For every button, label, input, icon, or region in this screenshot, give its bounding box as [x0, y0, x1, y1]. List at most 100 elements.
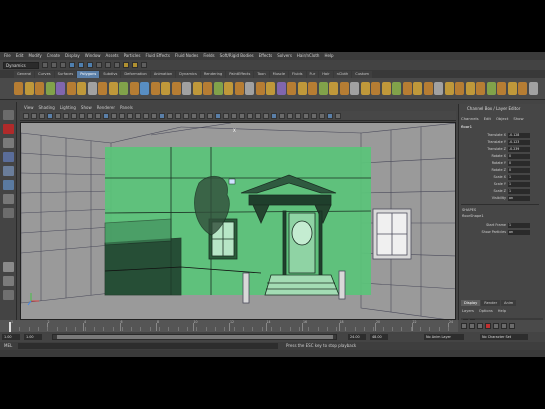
panel-tool-icon[interactable] — [271, 112, 277, 119]
panel-tool-icon[interactable] — [23, 112, 29, 119]
panel-tool-icon[interactable] — [39, 112, 45, 119]
playback-end-field[interactable]: 24.00 — [348, 334, 366, 340]
character-set-select[interactable]: No Character Set — [480, 334, 528, 340]
menu-hair-ncloth[interactable]: Hair/nCloth — [297, 54, 320, 58]
shelf-tool-icon[interactable] — [497, 82, 506, 95]
menu-effects[interactable]: Effects — [259, 54, 273, 58]
shelf-tool-icon[interactable] — [297, 82, 307, 95]
panel-tool-icon[interactable] — [239, 112, 245, 119]
panel-tool-icon[interactable] — [231, 112, 237, 119]
panel-tool-icon[interactable] — [215, 112, 221, 119]
channel-menu-channels[interactable]: Channels — [461, 116, 479, 121]
panel-menu-show[interactable]: Show — [81, 105, 92, 110]
range-bar[interactable] — [52, 334, 337, 340]
panel-tool-icon[interactable] — [263, 112, 269, 119]
lasso-tool-icon[interactable] — [3, 124, 14, 134]
channel-attribute-row[interactable]: Translate Y -0.123 — [461, 139, 543, 145]
attribute-value[interactable]: -0.123 — [508, 139, 530, 145]
shelf-tool-icon[interactable] — [507, 82, 517, 95]
shelf-tool-icon[interactable] — [45, 82, 55, 95]
shelf-tool-icon[interactable] — [234, 82, 244, 95]
shelf-tool-icon[interactable] — [192, 82, 202, 95]
play-back-icon[interactable] — [477, 323, 483, 329]
channel-menu-edit[interactable]: Edit — [484, 116, 491, 121]
shelf-tab-animation[interactable]: Animation — [150, 71, 176, 78]
layer-menu-help[interactable]: Help — [498, 309, 506, 313]
channel-attribute-row[interactable]: Rotate Y0 — [461, 160, 543, 166]
menu-display[interactable]: Display — [65, 54, 80, 58]
new-scene-icon[interactable] — [42, 62, 48, 68]
shelf-tool-icon[interactable] — [140, 82, 149, 95]
shelf-tool-icon[interactable] — [360, 82, 370, 95]
channel-attribute-row[interactable]: Translate Z -0.239 — [461, 146, 543, 152]
shelf-tool-icon[interactable] — [119, 82, 128, 95]
move-tool-icon[interactable] — [3, 152, 14, 162]
layer-tab-anim[interactable]: Anim — [501, 300, 517, 306]
layer-tab-render[interactable]: Render — [481, 300, 501, 306]
shelf-tool-icon[interactable] — [87, 82, 97, 95]
panel-tool-icon[interactable] — [183, 112, 189, 119]
play-forward-icon[interactable] — [493, 323, 499, 329]
channel-attribute-row[interactable]: Scale Z1 — [461, 188, 543, 194]
layer-menu-layers[interactable]: Layers — [462, 309, 474, 313]
shelf-tab-ncloth[interactable]: nCloth — [333, 71, 352, 78]
panel-tool-icon[interactable] — [167, 112, 173, 119]
menu-fields[interactable]: Fields — [203, 54, 214, 58]
panel-menu-lighting[interactable]: Lighting — [60, 105, 76, 110]
menu-window[interactable]: Window — [85, 54, 101, 58]
panel-menu-renderer[interactable]: Renderer — [97, 105, 115, 110]
scale-tool-icon[interactable] — [3, 180, 14, 190]
shelf-tool-icon[interactable] — [455, 82, 464, 95]
shelf-tool-icon[interactable] — [266, 82, 275, 95]
channel-menu-show[interactable]: Show — [513, 116, 523, 121]
shelf-tab-hair[interactable]: Hair — [319, 71, 333, 78]
shelf-tool-icon[interactable] — [245, 82, 254, 95]
panel-tool-icon[interactable] — [279, 112, 285, 119]
shelf-tool-icon[interactable] — [350, 82, 359, 95]
shelf-tab-subdivs[interactable]: Subdivs — [100, 71, 121, 78]
panel-tool-icon[interactable] — [295, 112, 301, 119]
shelf-tab-polygons[interactable]: Polygons — [77, 71, 100, 78]
panel-menu-panels[interactable]: Panels — [120, 105, 133, 110]
shelf-tab-muscle[interactable]: Muscle — [269, 71, 289, 78]
attribute-value[interactable]: -0.239 — [508, 146, 530, 152]
panel-tool-icon[interactable] — [247, 112, 253, 119]
attribute-value[interactable]: on — [508, 229, 530, 235]
menu-fluid-effects[interactable]: Fluid Effects — [145, 54, 169, 58]
ipr-render-icon[interactable] — [132, 62, 138, 68]
shelf-tool-icon[interactable] — [182, 82, 191, 95]
panel-tool-icon[interactable] — [79, 112, 85, 119]
open-scene-icon[interactable] — [51, 62, 57, 68]
shelf-tool-icon[interactable] — [150, 82, 160, 95]
go-to-end-icon[interactable] — [509, 323, 515, 329]
menu-fluid-nodes[interactable]: Fluid Nodes — [175, 54, 198, 58]
channel-attribute-row[interactable]: Rotate Z0 — [461, 167, 543, 173]
menu-edit[interactable]: Edit — [16, 54, 24, 58]
shelf-tool-icon[interactable] — [35, 82, 44, 95]
shelf-tab-curves[interactable]: Curves — [35, 71, 54, 78]
shelf-tab-fluids[interactable]: Fluids — [289, 71, 306, 78]
shelf-tool-icon[interactable] — [224, 82, 233, 95]
shelf-tool-icon[interactable] — [66, 82, 76, 95]
start-time-field[interactable]: 1.00 — [2, 334, 20, 340]
shelf-tool-icon[interactable] — [434, 82, 443, 95]
snap-curve-icon[interactable] — [105, 62, 111, 68]
rotate-tool-icon[interactable] — [3, 166, 14, 176]
panel-tool-icon[interactable] — [327, 112, 333, 119]
shelf-tool-icon[interactable] — [24, 82, 34, 95]
shelf-tool-icon[interactable] — [255, 82, 265, 95]
channel-attribute-row[interactable]: Scale Y1 — [461, 181, 543, 187]
end-time-field[interactable]: 48.00 — [370, 334, 388, 340]
go-to-start-icon[interactable] — [461, 323, 467, 329]
panel-tool-icon[interactable] — [135, 112, 141, 119]
panel-tool-icon[interactable] — [159, 112, 165, 119]
attribute-value[interactable]: 0 — [508, 167, 530, 173]
shelf-tool-icon[interactable] — [423, 82, 433, 95]
panel-tool-icon[interactable] — [111, 112, 117, 119]
shelf-tab-general[interactable]: General — [14, 71, 35, 78]
paint-select-tool-icon[interactable] — [3, 138, 14, 148]
shelf-tab-deformation[interactable]: Deformation — [121, 71, 150, 78]
shape-attribute-row[interactable]: Start Frame 1 — [461, 222, 543, 228]
select-tool-icon[interactable] — [3, 110, 14, 120]
panel-tool-icon[interactable] — [175, 112, 181, 119]
